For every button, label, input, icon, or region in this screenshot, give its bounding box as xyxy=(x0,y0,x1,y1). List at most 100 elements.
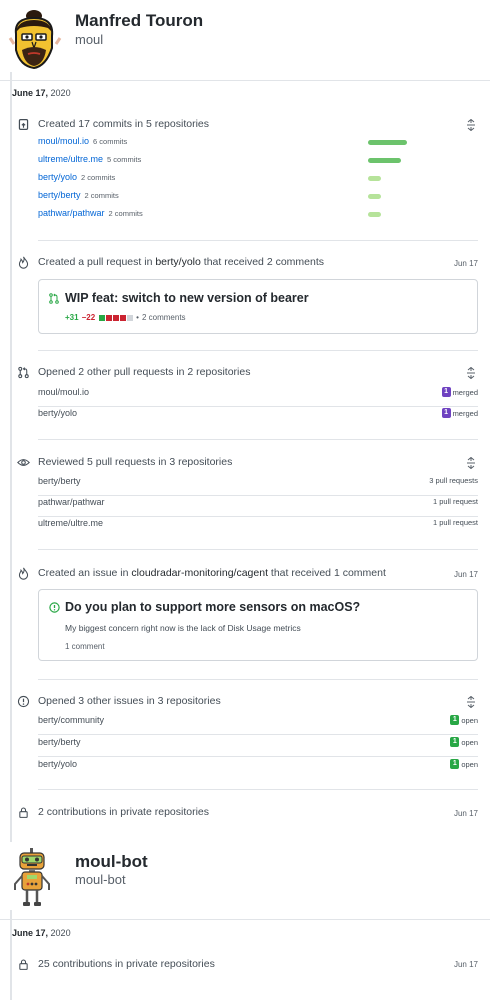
issue-status[interactable]: 1 open xyxy=(450,715,478,725)
issue-title-link[interactable]: Do you plan to support more sensors on m… xyxy=(65,600,360,614)
pr-created-date: Jun 17 xyxy=(453,259,478,268)
issue-opened-icon xyxy=(49,602,60,613)
commit-repo-link[interactable]: berty/berty xyxy=(38,190,81,200)
day-heading: June 17, 2020 xyxy=(12,928,74,938)
git-pull-request-icon xyxy=(14,363,32,381)
date-year: 2020 xyxy=(50,88,71,98)
user-name[interactable]: Manfred Touron xyxy=(75,11,203,31)
issue-status[interactable]: 1 open xyxy=(450,759,478,769)
issue-opened-icon xyxy=(14,692,32,710)
commit-repo-link[interactable]: ultreme/ultre.me xyxy=(38,154,103,164)
reviewed-count[interactable]: 3 pull requests xyxy=(429,476,478,485)
list-item: berty/yolo 1 open xyxy=(38,759,478,779)
section-divider xyxy=(38,679,478,680)
unfold-icon[interactable] xyxy=(466,366,476,380)
pr-created-prefix: Created a pull request in xyxy=(38,256,153,268)
private-contributions-date: Jun 17 xyxy=(453,809,478,818)
timeline-line xyxy=(10,910,12,1000)
pr-additions: +31 xyxy=(65,313,79,322)
commit-count[interactable]: 6 commits xyxy=(93,137,127,146)
unfold-icon[interactable] xyxy=(466,456,476,470)
list-item: ultreme/ultre.me 1 pull request xyxy=(38,518,478,538)
commit-count[interactable]: 2 commits xyxy=(85,191,119,200)
git-pull-request-icon xyxy=(49,293,59,304)
list-item: berty/berty 1 open xyxy=(38,737,478,757)
commit-repo-link[interactable]: pathwar/pathwar xyxy=(38,208,105,218)
issue-repo-link[interactable]: berty/community xyxy=(38,715,104,725)
pr-created-suffix: that received 2 comments xyxy=(203,256,325,268)
timeline-line xyxy=(10,72,12,842)
commit-bar xyxy=(368,194,381,199)
avatar[interactable] xyxy=(10,848,54,910)
repo-push-icon xyxy=(14,115,32,133)
issue-body: My biggest concern right now is the lack… xyxy=(65,623,301,633)
avatar-moul-icon xyxy=(8,10,62,70)
commit-repo-link[interactable]: moul/moul.io xyxy=(38,136,89,146)
row-divider xyxy=(38,495,478,496)
issue-status[interactable]: 1 open xyxy=(450,737,478,747)
section-divider xyxy=(38,789,478,790)
list-item: berty/berty 3 pull requests xyxy=(38,476,478,496)
commit-row: berty/yolo 2 commits xyxy=(38,172,478,186)
meta-separator: • xyxy=(136,313,139,322)
issue-created-prefix: Created an issue in xyxy=(38,567,129,579)
user-login[interactable]: moul xyxy=(75,32,103,47)
pr-title-link[interactable]: WIP feat: switch to new version of beare… xyxy=(65,291,309,305)
commit-repo-link[interactable]: berty/yolo xyxy=(38,172,77,182)
commit-bar xyxy=(368,158,401,163)
pr-status[interactable]: 1 merged xyxy=(441,408,478,418)
issue-comments: 1 comment xyxy=(65,642,105,651)
section-divider xyxy=(38,240,478,241)
issues-opened-summary: Opened 3 other issues in 3 repositories xyxy=(38,695,221,707)
lock-icon xyxy=(14,803,32,821)
reviewed-count[interactable]: 1 pull request xyxy=(433,497,478,506)
avatar-moul-bot-icon xyxy=(14,848,50,906)
issue-created-summary: Created an issue in cloudradar-monitorin… xyxy=(38,567,386,579)
commit-count[interactable]: 5 commits xyxy=(107,155,141,164)
status-label: merged xyxy=(452,408,478,418)
row-divider xyxy=(38,756,478,757)
user-login[interactable]: moul-bot xyxy=(75,872,126,887)
issue-card: Do you plan to support more sensors on m… xyxy=(38,589,478,661)
issue-repo-link[interactable]: berty/berty xyxy=(38,737,81,747)
flame-icon xyxy=(14,253,32,271)
list-item: berty/yolo 1 merged xyxy=(38,408,478,428)
header-divider xyxy=(0,919,490,920)
pr-repo-link[interactable]: berty/yolo xyxy=(38,408,77,418)
commit-bar xyxy=(368,176,381,181)
flame-icon xyxy=(14,564,32,582)
user-name[interactable]: moul-bot xyxy=(75,852,148,872)
section-divider xyxy=(38,350,478,351)
commit-row: moul/moul.io 6 commits xyxy=(38,136,478,150)
reviewed-count[interactable]: 1 pull request xyxy=(433,518,478,527)
pr-card: WIP feat: switch to new version of beare… xyxy=(38,279,478,334)
commit-bar xyxy=(368,212,381,217)
reviewed-repo-link[interactable]: ultreme/ultre.me xyxy=(38,518,103,528)
unfold-icon[interactable] xyxy=(466,695,476,709)
date-month-day: June 17, xyxy=(12,928,49,938)
commit-row: pathwar/pathwar 2 commits xyxy=(38,208,478,222)
reviewed-summary: Reviewed 5 pull requests in 3 repositori… xyxy=(38,456,233,468)
reviewed-repo-link[interactable]: berty/berty xyxy=(38,476,81,486)
private-contributions-summary: 25 contributions in private repositories xyxy=(38,958,215,970)
unfold-icon[interactable] xyxy=(466,118,476,132)
issue-created-repo-link[interactable]: cloudradar-monitoring/cagent xyxy=(131,567,268,579)
date-month-day: June 17, xyxy=(12,88,49,98)
pr-created-repo-link[interactable]: berty/yolo xyxy=(155,256,201,268)
pr-status[interactable]: 1 merged xyxy=(441,387,478,397)
pr-created-summary: Created a pull request in berty/yolo tha… xyxy=(38,256,324,268)
reviewed-repo-link[interactable]: pathwar/pathwar xyxy=(38,497,105,507)
commit-count[interactable]: 2 commits xyxy=(109,209,143,218)
issue-created-date: Jun 17 xyxy=(453,570,478,579)
status-label: open xyxy=(461,715,478,725)
row-divider xyxy=(38,734,478,735)
commit-bar xyxy=(368,140,407,145)
open-count-badge: 1 xyxy=(450,737,460,747)
open-count-badge: 1 xyxy=(450,715,460,725)
pr-repo-link[interactable]: moul/moul.io xyxy=(38,387,89,397)
commit-count[interactable]: 2 commits xyxy=(81,173,115,182)
avatar[interactable] xyxy=(8,8,64,72)
private-contributions-summary: 2 contributions in private repositories xyxy=(38,806,210,818)
issue-repo-link[interactable]: berty/yolo xyxy=(38,759,77,769)
pr-meta: +31 −22 • 2 comments xyxy=(65,313,186,322)
